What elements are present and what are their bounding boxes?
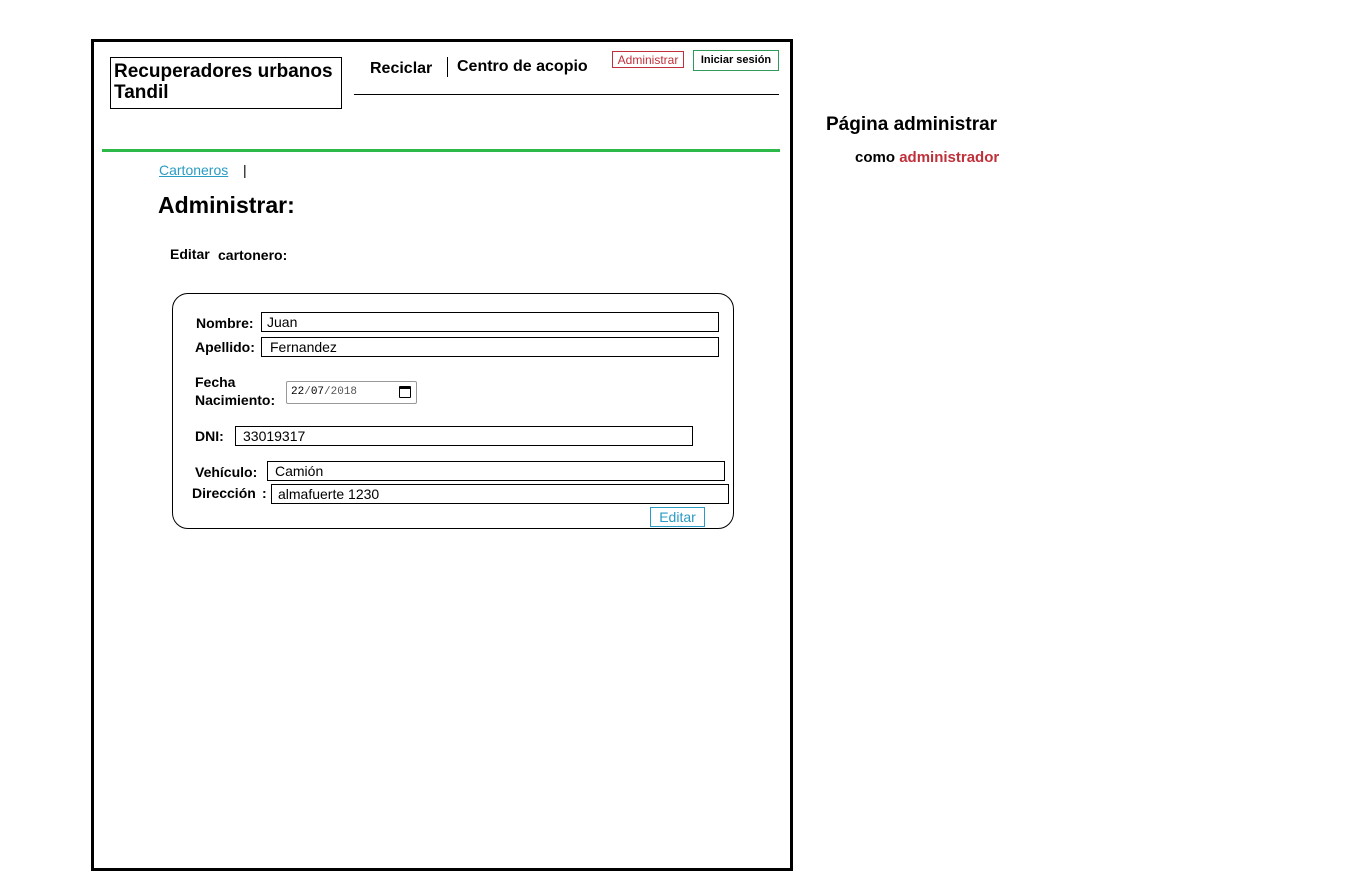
- nav-item-centro-de-acopio[interactable]: Centro de acopio: [457, 58, 588, 76]
- annotation-role: administrador: [899, 149, 1000, 166]
- fecha-month: 07: [310, 386, 325, 398]
- apellido-input[interactable]: Fernandez: [261, 337, 719, 357]
- dni-label: DNI:: [195, 428, 224, 444]
- site-logo[interactable]: Recuperadores urbanos Tandil: [110, 57, 342, 109]
- vehiculo-input[interactable]: Camión: [267, 461, 725, 481]
- calendar-icon[interactable]: [399, 386, 411, 398]
- section-label-editar: Editar: [170, 246, 210, 262]
- logo-line-1: Recuperadores urbanos: [114, 61, 333, 82]
- annotation-prefix: como: [855, 149, 896, 166]
- admin-button[interactable]: Administrar: [612, 51, 684, 68]
- fecha-nacimiento-input[interactable]: 22/07/2018: [286, 381, 417, 404]
- nombre-label: Nombre:: [196, 315, 254, 331]
- breadcrumb-separator: |: [243, 162, 247, 178]
- breadcrumb-cartoneros-link[interactable]: Cartoneros: [159, 162, 228, 178]
- vehiculo-label: Vehículo:: [195, 464, 258, 480]
- dni-input[interactable]: 33019317: [235, 426, 693, 446]
- direccion-label: Dirección: [192, 485, 256, 501]
- nav-item-reciclar[interactable]: Reciclar: [370, 60, 432, 78]
- login-button[interactable]: Iniciar sesión: [693, 50, 779, 71]
- header-divider: [102, 149, 780, 152]
- logo-line-2: Tandil: [114, 82, 169, 103]
- direccion-input[interactable]: almafuerte 1230: [271, 484, 729, 504]
- annotation-title: Página administrar: [826, 114, 998, 135]
- editar-submit-button[interactable]: Editar: [650, 507, 705, 527]
- nombre-input[interactable]: Juan: [261, 312, 719, 332]
- direccion-label-colon: :: [262, 485, 267, 501]
- page-title: Administrar:: [158, 192, 295, 218]
- nav-underline: [354, 94, 779, 95]
- fecha-label-line2: Nacimiento:: [195, 392, 276, 408]
- fecha-day: 22: [291, 386, 305, 398]
- section-label-cartonero: cartonero:: [218, 247, 288, 263]
- nav-divider: [447, 57, 448, 77]
- fecha-label-line1: Fecha: [195, 374, 236, 390]
- annotation-subtitle: como administrador: [855, 149, 999, 166]
- apellido-label: Apellido:: [195, 339, 255, 355]
- fecha-year: 2018: [330, 386, 358, 398]
